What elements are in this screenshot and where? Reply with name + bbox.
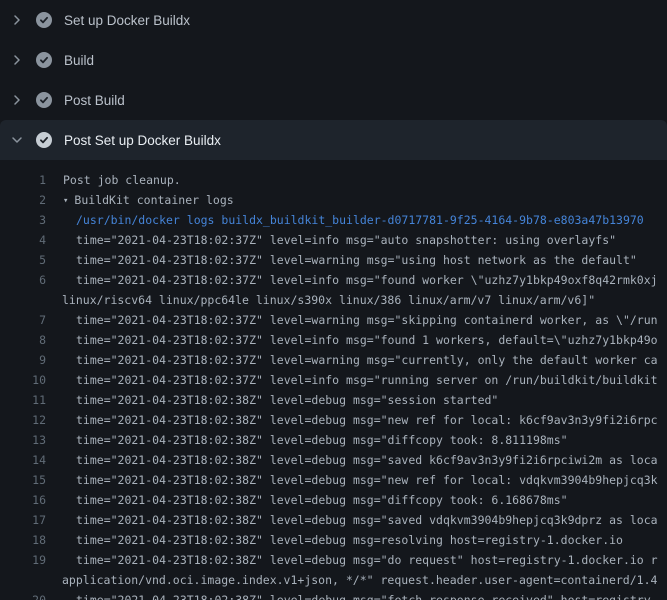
log-text: Post job cleanup. bbox=[63, 173, 181, 187]
line-number[interactable]: 19 bbox=[0, 550, 46, 570]
line-number[interactable]: 2 bbox=[0, 190, 46, 210]
log-line: 10 time="2021-04-23T18:02:37Z" level=info… bbox=[0, 370, 667, 390]
log-line: 20 time="2021-04-23T18:02:38Z" level=debu… bbox=[0, 590, 667, 600]
log-text: time="2021-04-23T18:02:37Z" level=info m… bbox=[76, 233, 616, 247]
log-text: time="2021-04-23T18:02:37Z" level=info m… bbox=[76, 273, 658, 287]
chevron-right-icon bbox=[9, 52, 25, 68]
chevron-right-icon bbox=[9, 92, 25, 108]
log-line: 12 time="2021-04-23T18:02:38Z" level=debu… bbox=[0, 410, 667, 430]
line-number[interactable]: 18 bbox=[0, 530, 46, 550]
check-circle-icon bbox=[36, 92, 52, 108]
log-line: 5 time="2021-04-23T18:02:37Z" level=warni… bbox=[0, 250, 667, 270]
line-number[interactable]: 6 bbox=[0, 270, 46, 290]
line-number[interactable]: 13 bbox=[0, 430, 46, 450]
log-text: time="2021-04-23T18:02:37Z" level=info m… bbox=[76, 373, 658, 387]
log-line: 1 Post job cleanup. bbox=[0, 170, 667, 190]
log-line: 2 ▾ BuildKit container logs bbox=[0, 190, 667, 210]
step-label: Build bbox=[64, 53, 94, 68]
log-line: 6 time="2021-04-23T18:02:37Z" level=info … bbox=[0, 270, 667, 290]
log-line: 9 time="2021-04-23T18:02:37Z" level=warni… bbox=[0, 350, 667, 370]
line-number[interactable]: 3 bbox=[0, 210, 46, 230]
log-text: time="2021-04-23T18:02:38Z" level=debug … bbox=[76, 433, 568, 447]
line-number[interactable]: 9 bbox=[0, 350, 46, 370]
log-text: time="2021-04-23T18:02:37Z" level=warnin… bbox=[76, 313, 658, 327]
disclosure-triangle-icon[interactable]: ▾ bbox=[63, 191, 68, 210]
line-number[interactable]: 5 bbox=[0, 250, 46, 270]
log-line: 11 time="2021-04-23T18:02:38Z" level=debu… bbox=[0, 390, 667, 410]
log-line: 19 time="2021-04-23T18:02:38Z" level=debu… bbox=[0, 550, 667, 570]
line-number[interactable]: 4 bbox=[0, 230, 46, 250]
check-circle-icon bbox=[36, 132, 52, 148]
line-number[interactable]: 15 bbox=[0, 470, 46, 490]
log-line: 4 time="2021-04-23T18:02:37Z" level=info … bbox=[0, 230, 667, 250]
log-text: time="2021-04-23T18:02:37Z" level=warnin… bbox=[76, 253, 637, 267]
log-text: time="2021-04-23T18:02:38Z" level=debug … bbox=[76, 473, 658, 487]
log-line: 8 time="2021-04-23T18:02:37Z" level=info … bbox=[0, 330, 667, 350]
log-text: time="2021-04-23T18:02:38Z" level=debug … bbox=[76, 393, 498, 407]
line-number[interactable]: 12 bbox=[0, 410, 46, 430]
log-text: time="2021-04-23T18:02:38Z" level=debug … bbox=[76, 593, 658, 600]
log-text: linux/riscv64 linux/ppc64le linux/s390x … bbox=[62, 293, 595, 307]
log-text[interactable]: BuildKit container logs bbox=[74, 193, 233, 207]
log-line-wrap: linux/riscv64 linux/ppc64le linux/s390x … bbox=[0, 290, 667, 310]
log-text: time="2021-04-23T18:02:38Z" level=debug … bbox=[76, 453, 658, 467]
check-circle-icon bbox=[36, 52, 52, 68]
line-number[interactable]: 14 bbox=[0, 450, 46, 470]
log-text: time="2021-04-23T18:02:38Z" level=debug … bbox=[76, 513, 658, 527]
log-line: 14 time="2021-04-23T18:02:38Z" level=debu… bbox=[0, 450, 667, 470]
line-number[interactable]: 11 bbox=[0, 390, 46, 410]
check-circle-icon bbox=[36, 12, 52, 28]
steps-list: Set up Docker Buildx Build Post Build Po… bbox=[0, 0, 667, 160]
log-text: application/vnd.oci.image.index.v1+json,… bbox=[62, 573, 657, 587]
log-text: time="2021-04-23T18:02:38Z" level=debug … bbox=[76, 553, 658, 567]
step-header-post-build[interactable]: Post Build bbox=[0, 80, 667, 120]
chevron-right-icon bbox=[9, 12, 25, 28]
log-text: time="2021-04-23T18:02:38Z" level=debug … bbox=[76, 493, 568, 507]
log-command-text: /usr/bin/docker logs buildx_buildkit_bui… bbox=[76, 213, 644, 227]
log-text: time="2021-04-23T18:02:38Z" level=debug … bbox=[76, 533, 623, 547]
log-line: 3/usr/bin/docker logs buildx_buildkit_bu… bbox=[0, 210, 667, 230]
log-line: 15 time="2021-04-23T18:02:38Z" level=debu… bbox=[0, 470, 667, 490]
log-text: time="2021-04-23T18:02:37Z" level=warnin… bbox=[76, 353, 658, 367]
line-number[interactable]: 20 bbox=[0, 590, 46, 600]
line-number[interactable]: 7 bbox=[0, 310, 46, 330]
step-label: Post Build bbox=[64, 93, 125, 108]
step-header-post-setup-docker-buildx[interactable]: Post Set up Docker Buildx bbox=[0, 120, 667, 160]
log-text: time="2021-04-23T18:02:38Z" level=debug … bbox=[76, 413, 658, 427]
log-text: time="2021-04-23T18:02:37Z" level=info m… bbox=[76, 333, 658, 347]
chevron-down-icon bbox=[9, 132, 25, 148]
step-header-setup-docker-buildx[interactable]: Set up Docker Buildx bbox=[0, 0, 667, 40]
step-label: Set up Docker Buildx bbox=[64, 13, 190, 28]
line-number[interactable]: 10 bbox=[0, 370, 46, 390]
step-header-build[interactable]: Build bbox=[0, 40, 667, 80]
line-number[interactable]: 8 bbox=[0, 330, 46, 350]
step-label: Post Set up Docker Buildx bbox=[64, 133, 221, 148]
line-number[interactable]: 17 bbox=[0, 510, 46, 530]
log-container: 1 Post job cleanup. 2 ▾ BuildKit container l… bbox=[0, 160, 667, 600]
log-line-wrap: application/vnd.oci.image.index.v1+json,… bbox=[0, 570, 667, 590]
log-line: 7 time="2021-04-23T18:02:37Z" level=warni… bbox=[0, 310, 667, 330]
log-line: 16 time="2021-04-23T18:02:38Z" level=debu… bbox=[0, 490, 667, 510]
log-line: 17 time="2021-04-23T18:02:38Z" level=debu… bbox=[0, 510, 667, 530]
log-line: 18 time="2021-04-23T18:02:38Z" level=debu… bbox=[0, 530, 667, 550]
line-number[interactable]: 1 bbox=[0, 170, 46, 190]
log-line: 13 time="2021-04-23T18:02:38Z" level=debu… bbox=[0, 430, 667, 450]
line-number[interactable]: 16 bbox=[0, 490, 46, 510]
